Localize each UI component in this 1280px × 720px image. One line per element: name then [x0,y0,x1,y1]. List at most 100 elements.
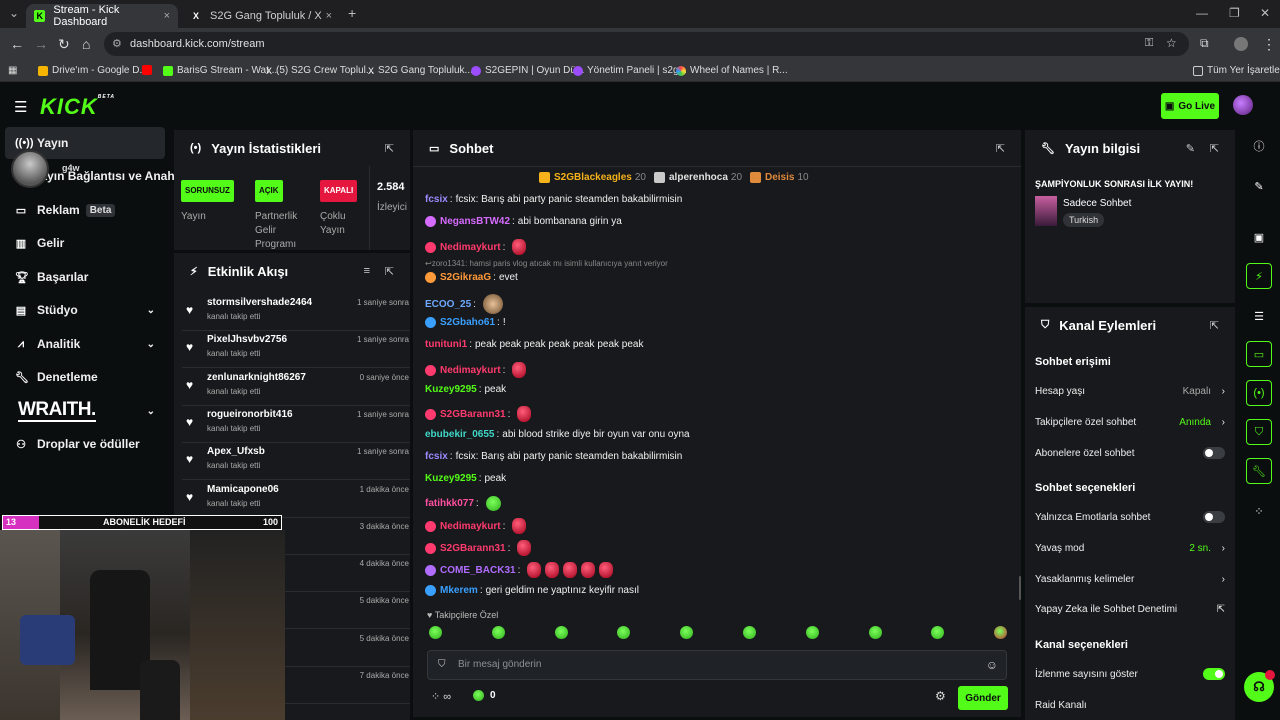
quick-emote-icon[interactable] [680,626,694,639]
emoji-icon[interactable]: ☺ [986,651,998,679]
ai-moderation-option[interactable]: Yapay Zeka ile Sohbet Denetimi ⇱ [1035,597,1225,621]
chat-username[interactable]: ECOO_25 [425,299,471,310]
quick-emote-icon[interactable] [743,626,756,639]
event-username[interactable]: PixelJhsvbv2756 [207,334,287,345]
wrench-icon[interactable]: 🔧︎ [1246,458,1272,484]
user-avatar[interactable] [1233,95,1253,115]
chat-username[interactable]: NegansBTW42 [440,216,510,227]
chat-username[interactable]: S2GBarann31 [440,543,506,554]
quick-emote-icon[interactable] [491,626,505,639]
channel-points[interactable]: 0 [473,690,496,701]
quick-emote-icon[interactable] [931,626,945,639]
minimize-icon[interactable]: — [1196,6,1208,20]
category-name[interactable]: Sadece Sohbet [1063,198,1131,209]
close-tab-icon[interactable]: × [326,10,332,22]
top-gifter[interactable]: S2GBlackeagles 20 [539,172,646,183]
sidebar-item-studyo[interactable]: ▤ Stüdyo ⌄ [5,294,165,326]
more-icon[interactable]: ⁘ [1246,498,1272,524]
edit-pencil-icon[interactable]: ✎ [1186,142,1195,155]
chat-username[interactable]: S2Gbaho61 [440,317,495,328]
new-tab-button[interactable]: + [348,5,356,21]
chat-username[interactable]: fcsix [425,451,448,462]
sidebar-item-basarilar[interactable]: 🏆︎ Başarılar [5,261,165,293]
bookmark-item[interactable] [142,65,156,75]
chat-input[interactable]: ⛉ Bir mesaj gönderin ☺ [427,650,1007,680]
tab-kick-dashboard[interactable]: K Stream - Kick Dashboard × [26,4,178,28]
go-live-button[interactable]: ▣ Go Live [1161,93,1219,119]
subs-chat-toggle[interactable] [1203,447,1225,459]
quick-emote-icon[interactable] [617,626,631,639]
event-username[interactable]: stormsilvershade2464 [207,297,312,308]
chat-icon[interactable]: ▭ [1246,341,1272,367]
edit-pencil-icon[interactable]: ✎ [1246,173,1272,199]
quick-emote-icon[interactable] [554,626,568,639]
chat-username[interactable]: fatihkk077 [425,498,474,509]
popout-icon[interactable]: ⇱ [385,265,394,278]
banned-words-option[interactable]: Yasaklanmış kelimeler › [1035,567,1225,591]
tab-search-icon[interactable]: ⌄ [9,6,19,20]
hamburger-menu-icon[interactable]: ☰ [14,98,27,116]
all-bookmarks[interactable]: Tüm Yer İşaretleri [1193,65,1280,76]
apps-grid-icon[interactable]: ▦ [8,65,17,76]
chat-username[interactable]: ebubekir_0655 [425,429,495,440]
bookmark-item[interactable]: Drive'ım - Google D... [38,65,148,76]
chat-username[interactable]: fcsix [425,194,448,205]
popout-icon[interactable]: ⇱ [996,142,1005,155]
chat-username[interactable]: Kuzey9295 [425,384,477,395]
list-icon[interactable]: ☰ [1246,303,1272,329]
top-gifter[interactable]: Deisis 10 [750,172,809,183]
chat-username[interactable]: tunituni1 [425,339,467,350]
quick-emote-icon[interactable] [868,626,882,639]
close-tab-icon[interactable]: × [164,10,170,22]
back-icon[interactable]: ← [10,36,24,52]
emote-only-toggle[interactable] [1203,511,1225,523]
url-field[interactable]: ⚙ dashboard.kick.com/stream [104,32,1189,56]
slow-mode-option[interactable]: Yavaş mod 2 sn. › [1035,536,1225,560]
quick-emote-icon[interactable] [429,626,442,639]
event-username[interactable]: zenlunarknight86267 [207,372,306,383]
bookmark-item[interactable]: BarisG Stream - Wat... [163,65,277,76]
event-username[interactable]: Apex_Ufxsb [207,446,265,457]
bookmark-star-icon[interactable]: ☆ [1166,36,1177,50]
bookmark-item[interactable]: Wheel of Names | R... [676,65,788,76]
maximize-icon[interactable]: ❐ [1229,6,1240,20]
browser-menu-icon[interactable]: ⋮ [1262,36,1276,53]
sidebar-item-denetleme[interactable]: 🔧︎ Denetleme [5,361,165,393]
top-gifter[interactable]: alperenhoca 20 [654,172,742,183]
close-window-icon[interactable]: ✕ [1260,6,1270,20]
popout-icon[interactable]: ⇱ [1210,142,1219,155]
chat-settings-gear-icon[interactable]: ⚙ [935,689,946,703]
bookmark-item[interactable]: X (5) S2G Crew Toplul... [266,65,374,76]
chat-username[interactable]: Kuzey9295 [425,473,477,484]
tab-s2g-x[interactable]: X S2G Gang Topluluk / X × [182,4,340,28]
chat-username[interactable]: S2GikraaG [440,272,491,283]
quick-emote-icon[interactable] [805,626,819,639]
event-username[interactable]: Mamicapone06 [207,484,279,495]
bookmark-item[interactable]: X S2G Gang Topluluk... [368,65,473,76]
quick-emote-icon[interactable] [994,626,1008,639]
profile-avatar[interactable] [1234,37,1248,51]
filter-icon[interactable]: ≡ [364,265,370,277]
show-viewers-toggle[interactable] [1203,668,1225,680]
raid-option[interactable]: Raid Kanalı [1035,693,1225,717]
bookmark-item[interactable]: Yönetim Paneli | s2g... [573,65,687,76]
account-age-option[interactable]: Hesap yaşı Kapalı › [1035,379,1225,403]
kick-logo[interactable]: KICKBETA [40,94,115,120]
sidebar-item-gelir[interactable]: ▥ Gelir [5,227,165,259]
chat-username[interactable]: Mkerem [440,585,478,596]
broadcast-icon[interactable]: (•) [1246,380,1272,406]
chat-username[interactable]: S2GBarann31 [440,409,506,420]
channel-actions-icon[interactable]: ⛉ [1246,419,1272,445]
event-username[interactable]: rogueironorbit416 [207,409,293,420]
bookmark-item[interactable]: S2GEPIN | Oyun Dü... [471,65,584,76]
send-button[interactable]: Gönder [958,686,1008,710]
chat-users-icon[interactable]: ⁘ ∞ [431,690,451,703]
chat-scrollbar[interactable] [1019,576,1021,600]
home-icon[interactable]: ⌂ [82,36,90,52]
lightning-icon[interactable]: ⚡︎ [1246,263,1272,289]
info-icon[interactable]: ⓘ [1246,133,1272,159]
sidebar-item-analitik[interactable]: ⩘ Analitik ⌄ [5,328,165,360]
sidebar-item-drops[interactable]: ⚇ Droplar ve ödüller [5,428,165,460]
chat-username[interactable]: Nedimaykurt [440,365,501,376]
forward-icon[interactable]: → [34,36,48,52]
